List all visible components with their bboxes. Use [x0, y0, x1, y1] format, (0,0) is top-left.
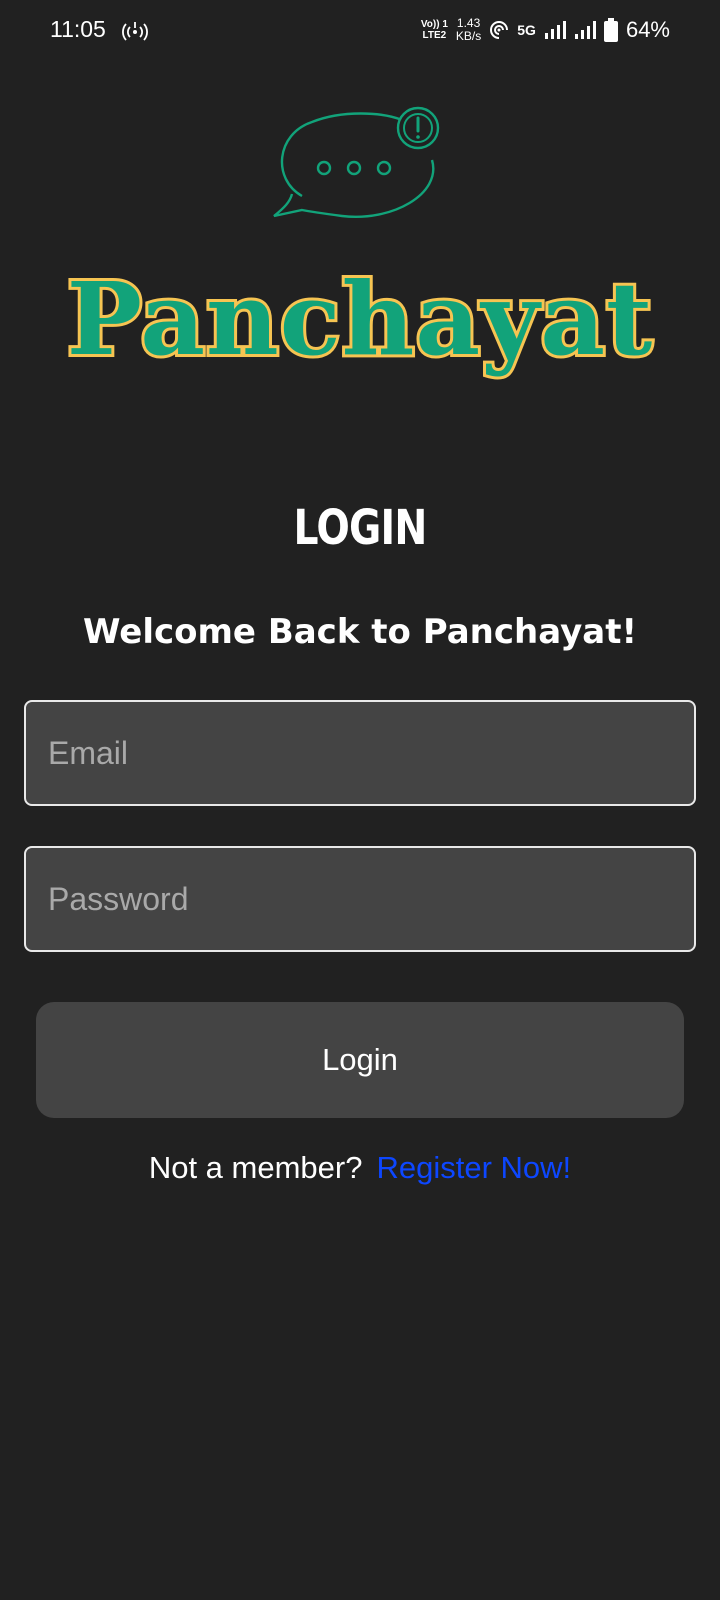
- email-field[interactable]: [24, 700, 696, 806]
- speed-unit: KB/s: [455, 29, 482, 43]
- signal-strength-icon: [544, 21, 566, 39]
- battery-percent: 64%: [625, 17, 670, 42]
- page-title: LOGIN: [293, 500, 428, 556]
- login-button[interactable]: Login: [36, 1002, 684, 1118]
- status-bar: 11:05 Vo)) 1 LTE2 1.43 KB/s 5G 64%: [0, 0, 720, 60]
- register-prompt: Not a member? Register Now!: [0, 1150, 720, 1186]
- register-now-link[interactable]: Register Now!: [376, 1150, 571, 1185]
- panchayat-wordmark-logo: Panchayat: [64, 262, 656, 381]
- chat-bubble-logo-icon: [273, 106, 440, 219]
- battery-icon: [603, 18, 618, 42]
- network-type: 5G: [517, 22, 536, 38]
- volte-bottom: LTE2: [422, 30, 447, 41]
- not-member-text: Not a member?: [148, 1150, 363, 1185]
- volte-indicator: Vo)) 1 LTE2: [421, 19, 448, 41]
- signal-strength-2-icon: [574, 21, 596, 39]
- status-icons: Vo)) 1 LTE2 1.43 KB/s 5G 64%: [421, 14, 670, 46]
- network-speed: 1.43 KB/s: [456, 17, 481, 43]
- hotspot-icon: [122, 22, 148, 41]
- password-field[interactable]: [24, 846, 696, 952]
- volte-top: Vo)) 1: [420, 19, 448, 30]
- status-time: 11:05: [50, 16, 106, 42]
- hotspot-signal-icon: [490, 21, 509, 39]
- wordmark-text: Panchayat: [67, 262, 654, 378]
- welcome-message: Welcome Back to Panchayat!: [82, 612, 638, 652]
